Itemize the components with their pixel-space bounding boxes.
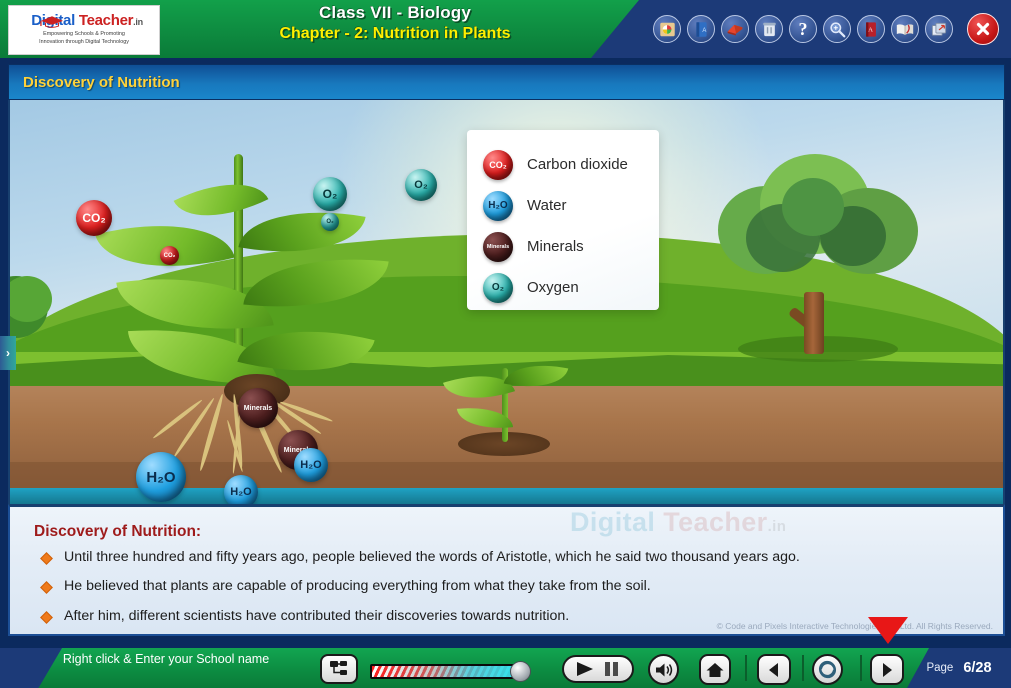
sapling-plant xyxy=(442,322,580,442)
scene-molecule-bubble: H₂O xyxy=(136,452,186,502)
page-label: Page xyxy=(926,662,954,674)
play-pause-button[interactable] xyxy=(562,655,634,683)
illustration-stage: CO₂ CO₂ O₂ O₂ O₂ Minerals H₂O H₂O H₂O Minerals CO… xyxy=(8,100,1005,504)
eraser-icon[interactable] xyxy=(721,15,749,43)
previous-icon[interactable] xyxy=(757,654,791,685)
watermark: Digital Teacher.in xyxy=(570,507,786,538)
trash-icon[interactable] xyxy=(755,15,783,43)
legend-item: Minerals Minerals xyxy=(467,226,659,267)
scene-molecule-bubble: CO₂ xyxy=(76,200,112,236)
scroll-down-arrow-icon[interactable] xyxy=(868,617,908,644)
oxygen-badge-icon: O₂ xyxy=(483,272,513,303)
svg-text:A: A xyxy=(868,26,873,33)
legend-item: O₂ Oxygen xyxy=(467,267,659,308)
refresh-icon[interactable] xyxy=(812,654,843,685)
bullet-list: Until three hundred and fifty years ago,… xyxy=(10,541,1003,625)
chapter-title: Chapter - 2: Nutrition in Plants xyxy=(279,25,511,42)
progress-slider[interactable] xyxy=(370,661,531,682)
watermark-digital: Digital xyxy=(570,507,656,537)
notebook-icon[interactable]: A xyxy=(687,15,715,43)
carbon-dioxide-badge-icon: CO₂ xyxy=(483,149,513,180)
svg-text:A: A xyxy=(702,28,706,34)
digital-teacher-logo: Digital Teacher.in Empowering Schools & … xyxy=(8,5,160,55)
legend-label: Carbon dioxide xyxy=(527,156,628,173)
sidebar-expand-arrow-icon[interactable]: › xyxy=(0,336,16,370)
progress-knob[interactable] xyxy=(510,661,531,682)
scene-molecule-bubble: O₂ xyxy=(321,213,339,231)
color-palette-icon[interactable] xyxy=(653,15,681,43)
diamond-bullet-icon xyxy=(40,610,53,624)
next-icon[interactable] xyxy=(870,654,904,685)
scene-molecule-bubble: H₂O xyxy=(294,448,328,482)
diamond-bullet-icon xyxy=(40,581,53,595)
water-badge-icon: H₂O xyxy=(483,190,513,221)
bullet-text: After him, different scientists have con… xyxy=(64,607,570,624)
school-name-prompt[interactable]: Right click & Enter your School name xyxy=(56,651,276,668)
logo-text-teacher: Teacher xyxy=(78,11,134,29)
slide-title-bar: Discovery of Nutrition xyxy=(8,64,1005,100)
left-tree xyxy=(10,266,78,356)
toolbar-separator xyxy=(860,655,862,681)
watermark-teacher: Teacher xyxy=(663,507,768,537)
minerals-badge-icon: Minerals xyxy=(483,231,513,262)
copyright-text: © Code and Pixels Interactive Technologi… xyxy=(716,621,993,631)
help-icon[interactable]: ? xyxy=(789,15,817,43)
course-title: Class VII - Biology Chapter - 2: Nutriti… xyxy=(200,3,590,43)
bullet-text: He believed that plants are capable of p… xyxy=(64,578,651,595)
logo-tagline-2: Innovation through Digital Technology xyxy=(39,39,129,45)
scene-molecule-bubble: H₂O xyxy=(224,475,258,504)
scene-molecule-bubble: CO₂ xyxy=(160,246,179,265)
volume-icon[interactable] xyxy=(648,654,679,685)
legend-item: H₂O Water xyxy=(467,185,659,226)
logo-tagline-1: Empowering Schools & Promoting xyxy=(43,30,125,37)
legend-label: Minerals xyxy=(527,238,584,255)
legend-item: CO₂ Carbon dioxide xyxy=(467,144,659,185)
bullet-text: Until three hundred and fifty years ago,… xyxy=(64,549,800,565)
progress-fill xyxy=(372,666,516,677)
page-number: 6/28 xyxy=(963,660,992,676)
sitemap-icon[interactable] xyxy=(320,654,358,684)
close-button[interactable] xyxy=(967,13,999,45)
bullet-item: Until three hundred and fifty years ago,… xyxy=(36,549,1003,566)
logo-text-domain: .in xyxy=(133,16,143,27)
scene-molecule-bubble: Minerals xyxy=(238,388,278,428)
legend-card: CO₂ Carbon dioxide H₂O Water Minerals Mi… xyxy=(467,130,659,310)
tree-trunk xyxy=(804,292,824,354)
background-tree xyxy=(700,144,940,354)
dictionary-icon[interactable]: A xyxy=(857,15,885,43)
window-restore-icon[interactable] xyxy=(925,15,953,43)
home-icon[interactable] xyxy=(699,654,731,685)
diamond-bullet-icon xyxy=(40,552,53,565)
class-subject-title: Class VII - Biology xyxy=(318,3,472,22)
magnifier-icon[interactable] xyxy=(823,15,851,43)
bottom-left-plate xyxy=(0,648,62,688)
progress-track[interactable] xyxy=(370,664,518,679)
toolbar-separator xyxy=(802,655,804,681)
content-text-panel: Digital Teacher.in Discovery of Nutritio… xyxy=(8,504,1005,636)
slide-title-text: Discovery of Nutrition xyxy=(23,73,180,91)
scene-molecule-bubble: O₂ xyxy=(405,169,437,201)
scene-molecule-bubble: O₂ xyxy=(313,177,347,211)
graduation-cap-icon xyxy=(40,15,64,28)
application-window: Digital Teacher.in Empowering Schools & … xyxy=(0,0,1011,688)
legend-label: Oxygen xyxy=(527,279,579,296)
toolbar-separator xyxy=(745,655,747,681)
header-tool-icons: A ? A xyxy=(653,15,953,43)
content-heading: Discovery of Nutrition: xyxy=(34,523,202,540)
top-header: Digital Teacher.in Empowering Schools & … xyxy=(0,0,1011,58)
open-book-icon[interactable] xyxy=(891,15,919,43)
watermark-domain: .in xyxy=(767,518,787,535)
bullet-item: He believed that plants are capable of p… xyxy=(36,578,1003,595)
legend-label: Water xyxy=(527,197,567,214)
